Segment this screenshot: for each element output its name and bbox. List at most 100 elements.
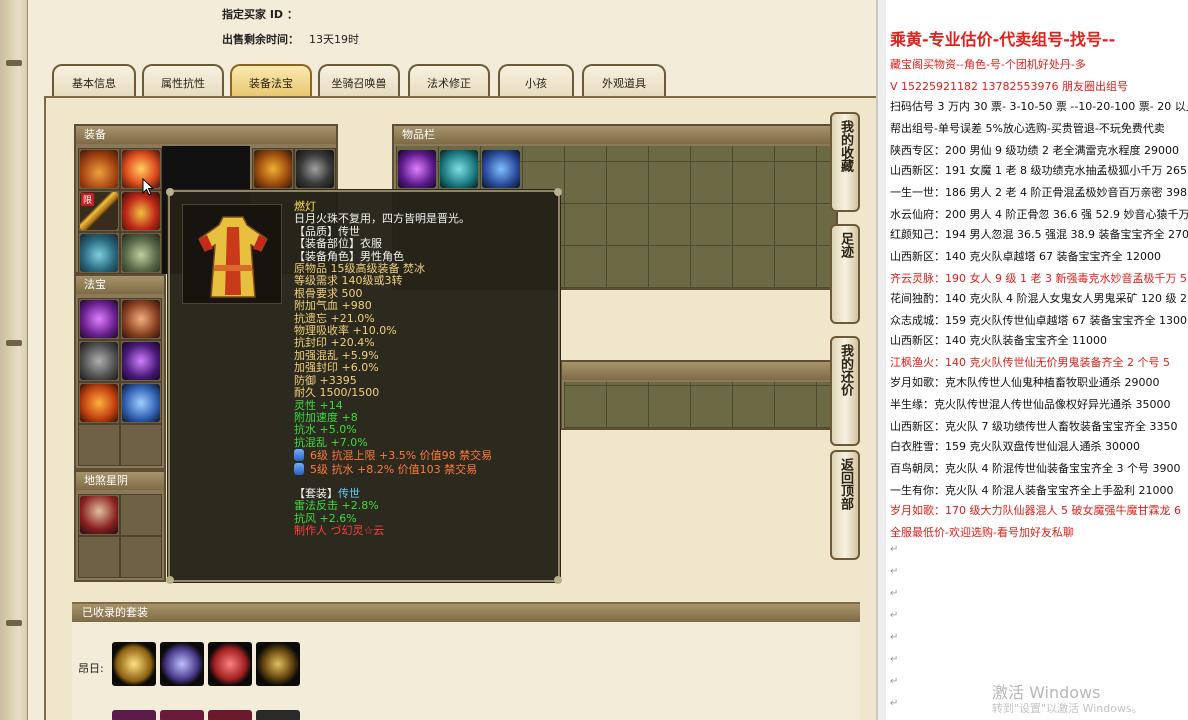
gem-line: 6级 抗混上限 +3.5% 价值98 禁交易 <box>294 449 492 462</box>
document-line: 江枫渔火：140 克火队传世仙无价男鬼装备齐全 2 个号 5 <box>890 356 1170 369</box>
back-to-top-button-label: 返回顶部 <box>838 458 853 510</box>
treasure-panel: 法宝 <box>74 274 166 470</box>
tab-child[interactable]: 小孩 <box>498 64 574 96</box>
back-to-top-button[interactable]: 返回顶部 <box>830 450 860 560</box>
swirl-icon <box>122 342 160 380</box>
document-line: 山西新区：191 女魔 1 老 8 级功绩克水抽孟极狐小千万 265 <box>890 164 1187 177</box>
document-line: 众志成城：159 克火队传世仙卓越塔 67 装备宝宝齐全 1300 <box>890 314 1187 327</box>
frame-rivet <box>6 340 22 346</box>
tab-spell-correction[interactable]: 法术修正 <box>408 64 490 96</box>
item-bonus-stat: 抗水 +5.0% <box>294 423 357 437</box>
equip-slot-armor[interactable] <box>120 190 162 232</box>
document-line: 藏宝阁买物资--角色-号-个团机好处丹-多 <box>890 58 1086 71</box>
star-slot[interactable] <box>78 494 120 536</box>
inventory-panel-title: 物品栏 <box>394 126 836 144</box>
document-line: 岁月如歌：克木队传世人仙鬼种植畜牧职业通杀 29000 <box>890 376 1160 389</box>
document-line: 白衣胜雪：159 克火队双盘传世仙混人通杀 30000 <box>890 440 1140 453</box>
favorite-button-label: 我的收藏 <box>838 120 853 172</box>
lantern-icon <box>254 150 292 188</box>
equip-slot-flag[interactable] <box>252 148 294 190</box>
necklace-icon[interactable] <box>256 642 300 686</box>
tab-appearance[interactable]: 外观道具 <box>582 64 666 96</box>
ring-icon[interactable] <box>160 642 204 686</box>
treasure-slot[interactable] <box>120 382 162 424</box>
star-slot-empty[interactable] <box>120 536 162 578</box>
item-stat: 附加气血 +980 <box>294 299 372 313</box>
treasure-slot[interactable] <box>78 340 120 382</box>
window-frame-left <box>0 0 28 720</box>
gem-line: 5级 抗水 +8.2% 价值103 禁交易 <box>294 462 492 476</box>
paragraph-mark: ↵ <box>890 544 899 555</box>
footprint-button-label: 足迹 <box>838 232 853 258</box>
remaining-time-label: 出售剩余时间： <box>222 33 299 46</box>
document-line: 一生有你：克火队 4 阶混人装备宝宝齐全上手盈利 21000 <box>890 484 1174 497</box>
paragraph-mark: ↵ <box>890 632 899 643</box>
gem-icon <box>294 462 304 475</box>
document-line: 半生缘：克火队传世混人传世仙品像权好异光通杀 35000 <box>890 398 1171 411</box>
warehouse-grid[interactable] <box>564 382 836 428</box>
star-panel: 地煞星阴 <box>74 470 166 582</box>
tooltip-corner <box>554 188 562 196</box>
tab-mounts-pets[interactable]: 坐骑召唤兽 <box>318 64 400 96</box>
warehouse-panel-header <box>562 362 836 380</box>
warehouse-panel <box>560 360 838 430</box>
fan-icon[interactable] <box>482 150 520 188</box>
item-tooltip: 燃灯 日月火珠不复用，四方皆明是晋光。 【品质】传世 【装备部位】衣服 【装备角… <box>166 188 562 584</box>
windows-activation-hint: 转到"设置"以激活 Windows。 <box>992 702 1143 715</box>
robe-icon <box>122 192 160 230</box>
item-level-req: 等级需求 140级或3转 <box>294 274 403 288</box>
treasure-slot-empty[interactable] <box>120 424 162 466</box>
paragraph-mark: ↵ <box>890 654 899 665</box>
suit-item-partial[interactable] <box>256 710 300 720</box>
item-portrait <box>182 204 282 304</box>
tooltip-corner <box>166 576 174 584</box>
cloak-icon[interactable] <box>208 642 252 686</box>
document-pane[interactable]: 乘黄-专业估价-代卖组号-找号-- 藏宝阁买物资--角色-号-个团机好处丹-多 V… <box>876 0 1188 720</box>
document-gutter <box>878 0 886 720</box>
suit-row-label: 昂日: <box>78 662 104 675</box>
favorite-button[interactable]: 我的收藏 <box>830 112 860 212</box>
gem-text: 5级 抗水 +8.2% 价值103 禁交易 <box>310 462 478 476</box>
document-line: 扫码估号 3 万内 30 票- 3-10-50 票 --10-20-100 票-… <box>890 100 1188 113</box>
paragraph-mark: ↵ <box>890 566 899 577</box>
star-panel-title: 地煞星阴 <box>76 472 164 490</box>
equip-slot-crown[interactable] <box>120 148 162 190</box>
ring-icon[interactable] <box>398 150 436 188</box>
my-offer-button-label: 我的还价 <box>838 344 853 396</box>
equip-slot-weapon[interactable]: 限 <box>78 190 120 232</box>
equip-slot-boots[interactable] <box>120 232 162 274</box>
treasure-slot[interactable] <box>78 298 120 340</box>
treasure-slot[interactable] <box>78 382 120 424</box>
game-window: 指定买家 ID ： 出售剩余时间： 13天19时 基本信息 属性抗性 装备法宝 坐… <box>0 0 876 720</box>
document-line: 花间独酌：140 克火队 4 阶混人女鬼女人男鬼采矿 120 级 2 <box>890 292 1187 305</box>
suit-item-partial[interactable] <box>160 710 204 720</box>
suit-item-partial[interactable] <box>112 710 156 720</box>
paragraph-mark: ↵ <box>890 588 899 599</box>
my-offer-button[interactable]: 我的还价 <box>830 336 860 446</box>
equip-slot-pet-item[interactable] <box>294 148 336 190</box>
treasure-slot[interactable] <box>120 298 162 340</box>
helmet-icon <box>80 150 118 188</box>
boots-icon <box>122 234 160 272</box>
tab-basic-info[interactable]: 基本信息 <box>52 64 136 96</box>
footprint-button[interactable]: 足迹 <box>830 224 860 324</box>
tab-attributes[interactable]: 属性抗性 <box>142 64 224 96</box>
star-slot-empty[interactable] <box>78 536 120 578</box>
treasure-slot[interactable] <box>120 340 162 382</box>
treasure-panel-title: 法宝 <box>76 276 164 294</box>
document-line: 红颜知己：194 男人忽混 36.5 强混 38.9 装备宝宝齐全 2700 <box>890 228 1188 241</box>
medal-icon[interactable] <box>112 642 156 686</box>
equip-slot-necklace[interactable] <box>78 232 120 274</box>
treasure-slot-empty[interactable] <box>78 424 120 466</box>
jade-shoes-icon[interactable] <box>440 150 478 188</box>
document-line: 全服最低价-欢迎选购-看号加好友私聊 <box>890 526 1074 539</box>
item-maker: 制作人 づ幻灵☆云 <box>294 524 385 538</box>
document-line: 山西新区：克火队 7 级功绩传世人畜牧装备宝宝齐全 3350 <box>890 420 1178 433</box>
set-name: 传世 <box>338 486 360 500</box>
equip-slot-helmet[interactable] <box>78 148 120 190</box>
star-slot-empty[interactable] <box>120 494 162 536</box>
item-flavor: 日月火珠不复用，四方皆明是晋光。 <box>294 212 470 226</box>
suit-item-partial[interactable] <box>208 710 252 720</box>
tab-equipment[interactable]: 装备法宝 <box>230 64 312 96</box>
remaining-time-row: 出售剩余时间： 13天19时 <box>222 31 359 47</box>
